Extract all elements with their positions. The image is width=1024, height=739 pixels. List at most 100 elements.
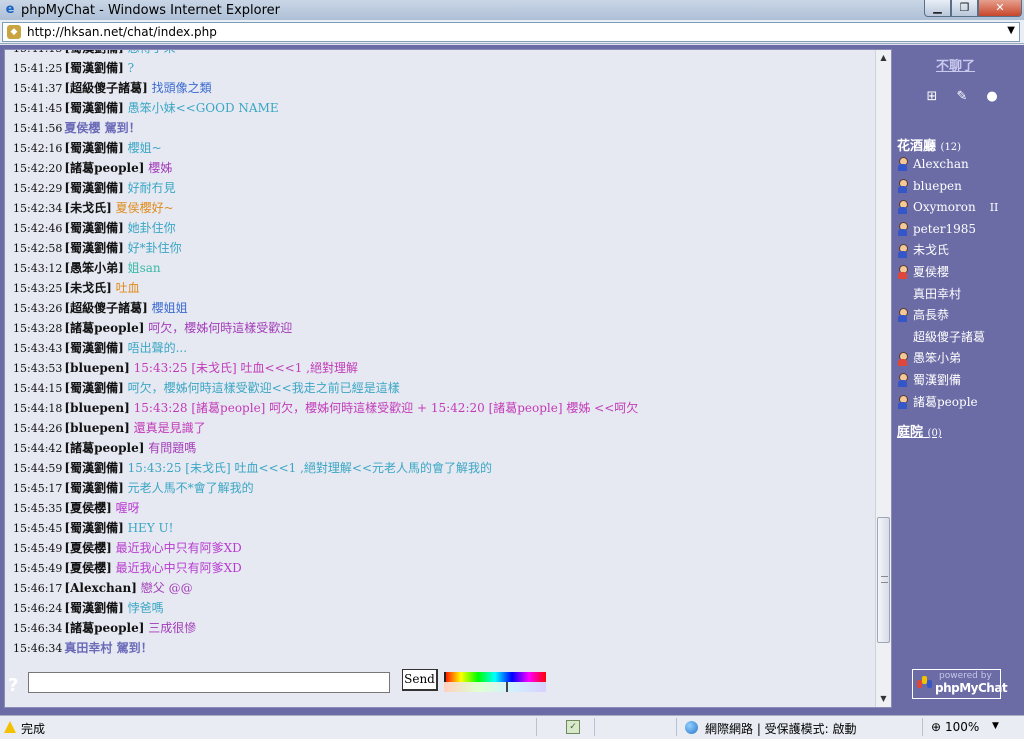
- color-palette[interactable]: [444, 672, 546, 692]
- plus-box-icon[interactable]: ⊞: [922, 89, 942, 104]
- message-nick[interactable]: [超級傻子諸葛]: [64, 301, 147, 315]
- protected-mode-icon[interactable]: ✓: [566, 720, 580, 734]
- close-button[interactable]: ✕: [978, 0, 1022, 17]
- status-divider: [594, 718, 595, 736]
- message-nick[interactable]: [蜀漢劉備]: [64, 61, 123, 75]
- quit-link[interactable]: 不聊了: [936, 55, 975, 74]
- message-nick[interactable]: [蜀漢劉備]: [64, 101, 123, 115]
- message-nick[interactable]: [夏侯櫻]: [64, 561, 111, 575]
- message-nick[interactable]: [bluepen]: [64, 401, 129, 415]
- message-nick[interactable]: [諸葛people]: [64, 161, 144, 175]
- user-list-item[interactable]: 高長恭: [897, 305, 1024, 327]
- message-time: 15:45:49: [13, 562, 63, 575]
- message-nick[interactable]: [蜀漢劉備]: [64, 341, 123, 355]
- hue-strip[interactable]: [444, 672, 546, 682]
- message-row: 15:42:16 [蜀漢劉備] 櫻姐~: [13, 138, 873, 158]
- message-time: 15:46:34: [13, 642, 63, 655]
- room-title-garden[interactable]: 庭院 (0): [897, 421, 942, 440]
- chevron-down-icon[interactable]: ▼: [992, 721, 999, 731]
- message-nick[interactable]: [愚笨小弟]: [64, 261, 123, 275]
- message-nick[interactable]: [蜀漢劉備]: [64, 381, 123, 395]
- maximize-button[interactable]: ❐: [951, 0, 978, 17]
- message-nick[interactable]: [諸葛people]: [64, 321, 144, 335]
- user-list-item[interactable]: 真田幸村: [897, 284, 1024, 306]
- message-time: 15:42:29: [13, 182, 63, 195]
- message-nick[interactable]: [蜀漢劉備]: [64, 601, 123, 615]
- url-text: http://hksan.net/chat/index.php: [27, 25, 217, 39]
- user-status: II: [989, 201, 999, 215]
- message-text: 找頭像之類: [151, 81, 212, 95]
- user-list-item[interactable]: 愚笨小弟: [897, 348, 1024, 370]
- user-list-item[interactable]: 夏侯櫻: [897, 262, 1024, 284]
- user-list-item[interactable]: bluepen: [897, 176, 1024, 198]
- message-nick[interactable]: [未戈氏]: [64, 201, 111, 215]
- scroll-thumb[interactable]: [877, 517, 890, 643]
- status-bar: 完成 ✓ 網際網路 | 受保護模式: 啟動 ⊕ 100% ▼: [0, 715, 1024, 739]
- message-input[interactable]: [28, 672, 390, 693]
- pen-icon[interactable]: ✎: [952, 89, 972, 104]
- message-nick[interactable]: [蜀漢劉備]: [64, 461, 123, 475]
- user-list-item[interactable]: 超級傻子諸葛: [897, 327, 1024, 349]
- user-list-item[interactable]: 蜀漢劉備: [897, 370, 1024, 392]
- warning-icon: [4, 721, 16, 733]
- message-text: 喔呀: [115, 501, 140, 515]
- message-nick[interactable]: [諸葛people]: [64, 441, 144, 455]
- zoom-level[interactable]: 100%: [945, 720, 979, 734]
- message-time: 15:41:15: [13, 50, 62, 55]
- message-nick[interactable]: [蜀漢劉備]: [64, 50, 123, 55]
- minimize-button[interactable]: ▁: [924, 0, 951, 17]
- message-nick[interactable]: [蜀漢劉備]: [64, 181, 123, 195]
- user-list-item[interactable]: Alexchan: [897, 154, 1024, 176]
- message-row: 15:44:15 [蜀漢劉備] 呵欠，櫻姊何時這樣受歡迎<<我走之前已經是這樣: [13, 378, 873, 398]
- message-nick[interactable]: [超級傻子諸葛]: [64, 81, 147, 95]
- lightness-strip[interactable]: [444, 682, 546, 692]
- sidebar: 不聊了 ⊞ ✎ ● 花酒廳 (12) Alexchan bluepen Oxymor…: [892, 45, 1024, 663]
- user-list-item[interactable]: 諸葛people: [897, 392, 1024, 414]
- scroll-up-icon[interactable]: ▲: [876, 50, 891, 66]
- globe-icon: [685, 721, 698, 734]
- user-list-item[interactable]: peter1985: [897, 219, 1024, 241]
- message-row: 15:45:49 [夏侯櫻] 最近我心中只有阿爹XD: [13, 538, 873, 558]
- room-name: 花酒廳: [897, 139, 937, 154]
- message-time: 15:45:49: [13, 542, 63, 555]
- message-time: 15:46:34: [13, 622, 63, 635]
- message-nick[interactable]: [蜀漢劉備]: [64, 241, 123, 255]
- message-nick[interactable]: [夏侯櫻]: [64, 541, 111, 555]
- message-text: 悖爸嗎: [127, 601, 164, 615]
- message-nick[interactable]: [蜀漢劉備]: [64, 521, 123, 535]
- user-icon: [897, 157, 908, 172]
- message-nick[interactable]: [諸葛people]: [64, 621, 144, 635]
- url-field[interactable]: ◆ http://hksan.net/chat/index.php ▼: [2, 22, 1020, 42]
- security-zone[interactable]: 網際網路 | 受保護模式: 啟動: [705, 720, 857, 737]
- message-time: 15:45:45: [13, 522, 63, 535]
- room-title-main[interactable]: 花酒廳 (12): [897, 135, 961, 154]
- message-nick[interactable]: [未戈氏]: [64, 281, 111, 295]
- chevron-down-icon[interactable]: ▼: [1007, 25, 1015, 36]
- message-nick[interactable]: [bluepen]: [64, 421, 129, 435]
- circle-icon[interactable]: ●: [982, 89, 1002, 104]
- message-time: 15:43:26: [13, 302, 63, 315]
- message-nick[interactable]: [Alexchan]: [64, 581, 137, 595]
- people-icon: [917, 676, 933, 694]
- message-nick[interactable]: [蜀漢劉備]: [64, 141, 123, 155]
- title-bar: e phpMyChat - Windows Internet Explorer …: [0, 0, 1024, 20]
- help-icon[interactable]: ?: [8, 675, 18, 696]
- message-text: 夏侯櫻 駕到！: [64, 121, 141, 135]
- scrollbar[interactable]: ▲ ▼: [875, 50, 891, 707]
- message-nick[interactable]: [夏侯櫻]: [64, 501, 111, 515]
- user-list-item[interactable]: Oxymoron II: [897, 197, 1024, 219]
- user-icon: [897, 308, 908, 323]
- sidebar-tools: ⊞ ✎ ●: [922, 89, 1002, 104]
- powered-by-logo[interactable]: powered by phpMyChat: [912, 669, 1008, 699]
- message-nick[interactable]: [蜀漢劉備]: [64, 221, 123, 235]
- message-row: 15:43:25 [未戈氏] 吐血: [13, 278, 873, 298]
- message-row: 15:44:42 [諸葛people] 有問題嗎: [13, 438, 873, 458]
- message-row: 15:44:18 [bluepen] 15:43:28 [諸葛people] 呵欠…: [13, 398, 873, 418]
- user-list-item[interactable]: 未戈氏: [897, 240, 1024, 262]
- message-text: 15:43:25 [未戈氏] 吐血<<<1 ,絕對理解<<元老人馬的會了解我的: [127, 461, 493, 475]
- message-nick[interactable]: [bluepen]: [64, 361, 129, 375]
- send-button[interactable]: Send: [402, 669, 438, 691]
- message-nick[interactable]: [蜀漢劉備]: [64, 481, 123, 495]
- address-bar: ◆ http://hksan.net/chat/index.php ▼: [0, 20, 1024, 44]
- message-time: 15:43:43: [13, 342, 63, 355]
